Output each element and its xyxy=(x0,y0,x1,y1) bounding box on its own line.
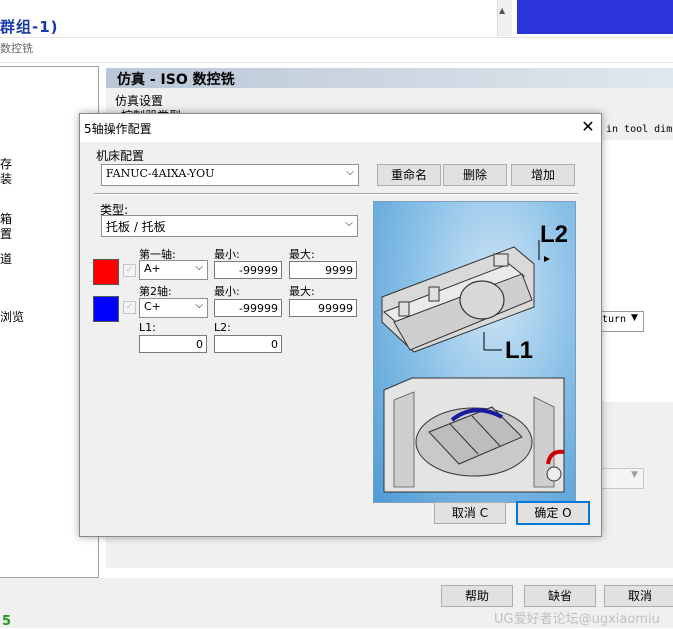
chevron-down-icon: ▼ xyxy=(631,313,638,323)
close-icon[interactable]: ✕ xyxy=(576,116,600,138)
machine-illustration: L2 L1 xyxy=(381,221,568,493)
axis2-min-input[interactable]: -99999 xyxy=(214,299,282,317)
axis2-checkbox[interactable]: ✓ xyxy=(123,301,136,314)
five-axis-config-dialog: 5轴操作配置 ✕ 机床配置 FANUC-4AIXA-YOU ⌵ 重命名 删除 增… xyxy=(79,113,602,537)
status-number: 5 xyxy=(2,614,12,629)
default-button[interactable]: 缺省 xyxy=(524,585,596,607)
tree-item[interactable]: 道 xyxy=(0,250,12,267)
axis1-value: A+ xyxy=(144,262,161,275)
axis2-color-swatch[interactable] xyxy=(93,296,119,322)
separator xyxy=(94,193,578,195)
dialog-cancel-button[interactable]: 取消 C xyxy=(434,502,506,524)
axis1-max-input[interactable]: 9999 xyxy=(289,261,357,279)
tool-dim-text: in tool dim xyxy=(606,124,673,135)
machine-preview-image: L2 L1 xyxy=(373,201,576,503)
scroll-up-icon[interactable]: ▲ xyxy=(499,6,505,15)
axis1-select[interactable]: A+ ⌵ xyxy=(139,260,208,280)
axis2-min-label: 最小: xyxy=(214,285,240,298)
dialog-title: 5轴操作配置 xyxy=(84,122,152,136)
axis1-color-swatch[interactable] xyxy=(93,259,119,285)
chevron-down-icon: ⌵ xyxy=(346,167,354,178)
l1-label: L1: xyxy=(139,321,156,334)
machine-config-value: FANUC-4AIXA-YOU xyxy=(106,167,215,180)
app-subtitle: 数控铣 xyxy=(0,42,33,55)
l1-input[interactable]: 0 xyxy=(139,335,207,353)
dialog-title-bar xyxy=(80,114,601,142)
machine-config-select[interactable]: FANUC-4AIXA-YOU ⌵ xyxy=(101,164,359,186)
preview-l1-label: L1 xyxy=(505,337,533,364)
turn-combo-value: turn xyxy=(602,314,627,325)
chevron-down-icon: ⌵ xyxy=(195,300,203,311)
chevron-down-icon: ▼ xyxy=(631,470,638,480)
tree-item[interactable]: 装 xyxy=(0,170,12,187)
rename-button[interactable]: 重命名 xyxy=(377,164,441,186)
watermark: UG爱好者论坛@ugxiaomiu xyxy=(494,612,660,627)
machine-config-label: 机床配置 xyxy=(96,149,145,163)
panel-header: 仿真 - ISO 数控铣 xyxy=(117,72,235,88)
cancel-button[interactable]: 取消 xyxy=(604,585,673,607)
app-title: 群组-1) xyxy=(0,18,59,36)
delete-button[interactable]: 删除 xyxy=(443,164,507,186)
axis1-min-input[interactable]: -99999 xyxy=(214,261,282,279)
axis1-max-label: 最大: xyxy=(289,248,315,261)
tree-item[interactable]: 浏览 xyxy=(0,308,24,325)
l2-input[interactable]: 0 xyxy=(214,335,282,353)
preview-l2-label: L2 xyxy=(540,221,568,248)
type-select[interactable]: 托板 / 托板 ⌵ xyxy=(101,215,358,237)
right-panel-area xyxy=(600,140,673,402)
type-value: 托板 / 托板 xyxy=(106,220,166,234)
chevron-down-icon: ⌵ xyxy=(345,218,353,229)
axis2-max-input[interactable]: 99999 xyxy=(289,299,357,317)
tree-item[interactable]: 置 xyxy=(0,225,12,242)
dialog-ok-button[interactable]: 确定 O xyxy=(516,501,590,525)
l2-label: L2: xyxy=(214,321,231,334)
axis1-min-label: 最小: xyxy=(214,248,240,261)
add-button[interactable]: 增加 xyxy=(511,164,575,186)
axis1-checkbox[interactable]: ✓ xyxy=(123,264,136,277)
axis2-label: 第2轴: xyxy=(139,285,172,298)
axis2-max-label: 最大: xyxy=(289,285,315,298)
axis2-select[interactable]: C+ ⌵ xyxy=(139,298,208,318)
app-subtitle-bar xyxy=(0,37,673,63)
help-button[interactable]: 帮助 xyxy=(441,585,513,607)
app-banner xyxy=(517,0,673,34)
chevron-down-icon: ⌵ xyxy=(195,262,203,273)
axis2-value: C+ xyxy=(144,300,161,313)
